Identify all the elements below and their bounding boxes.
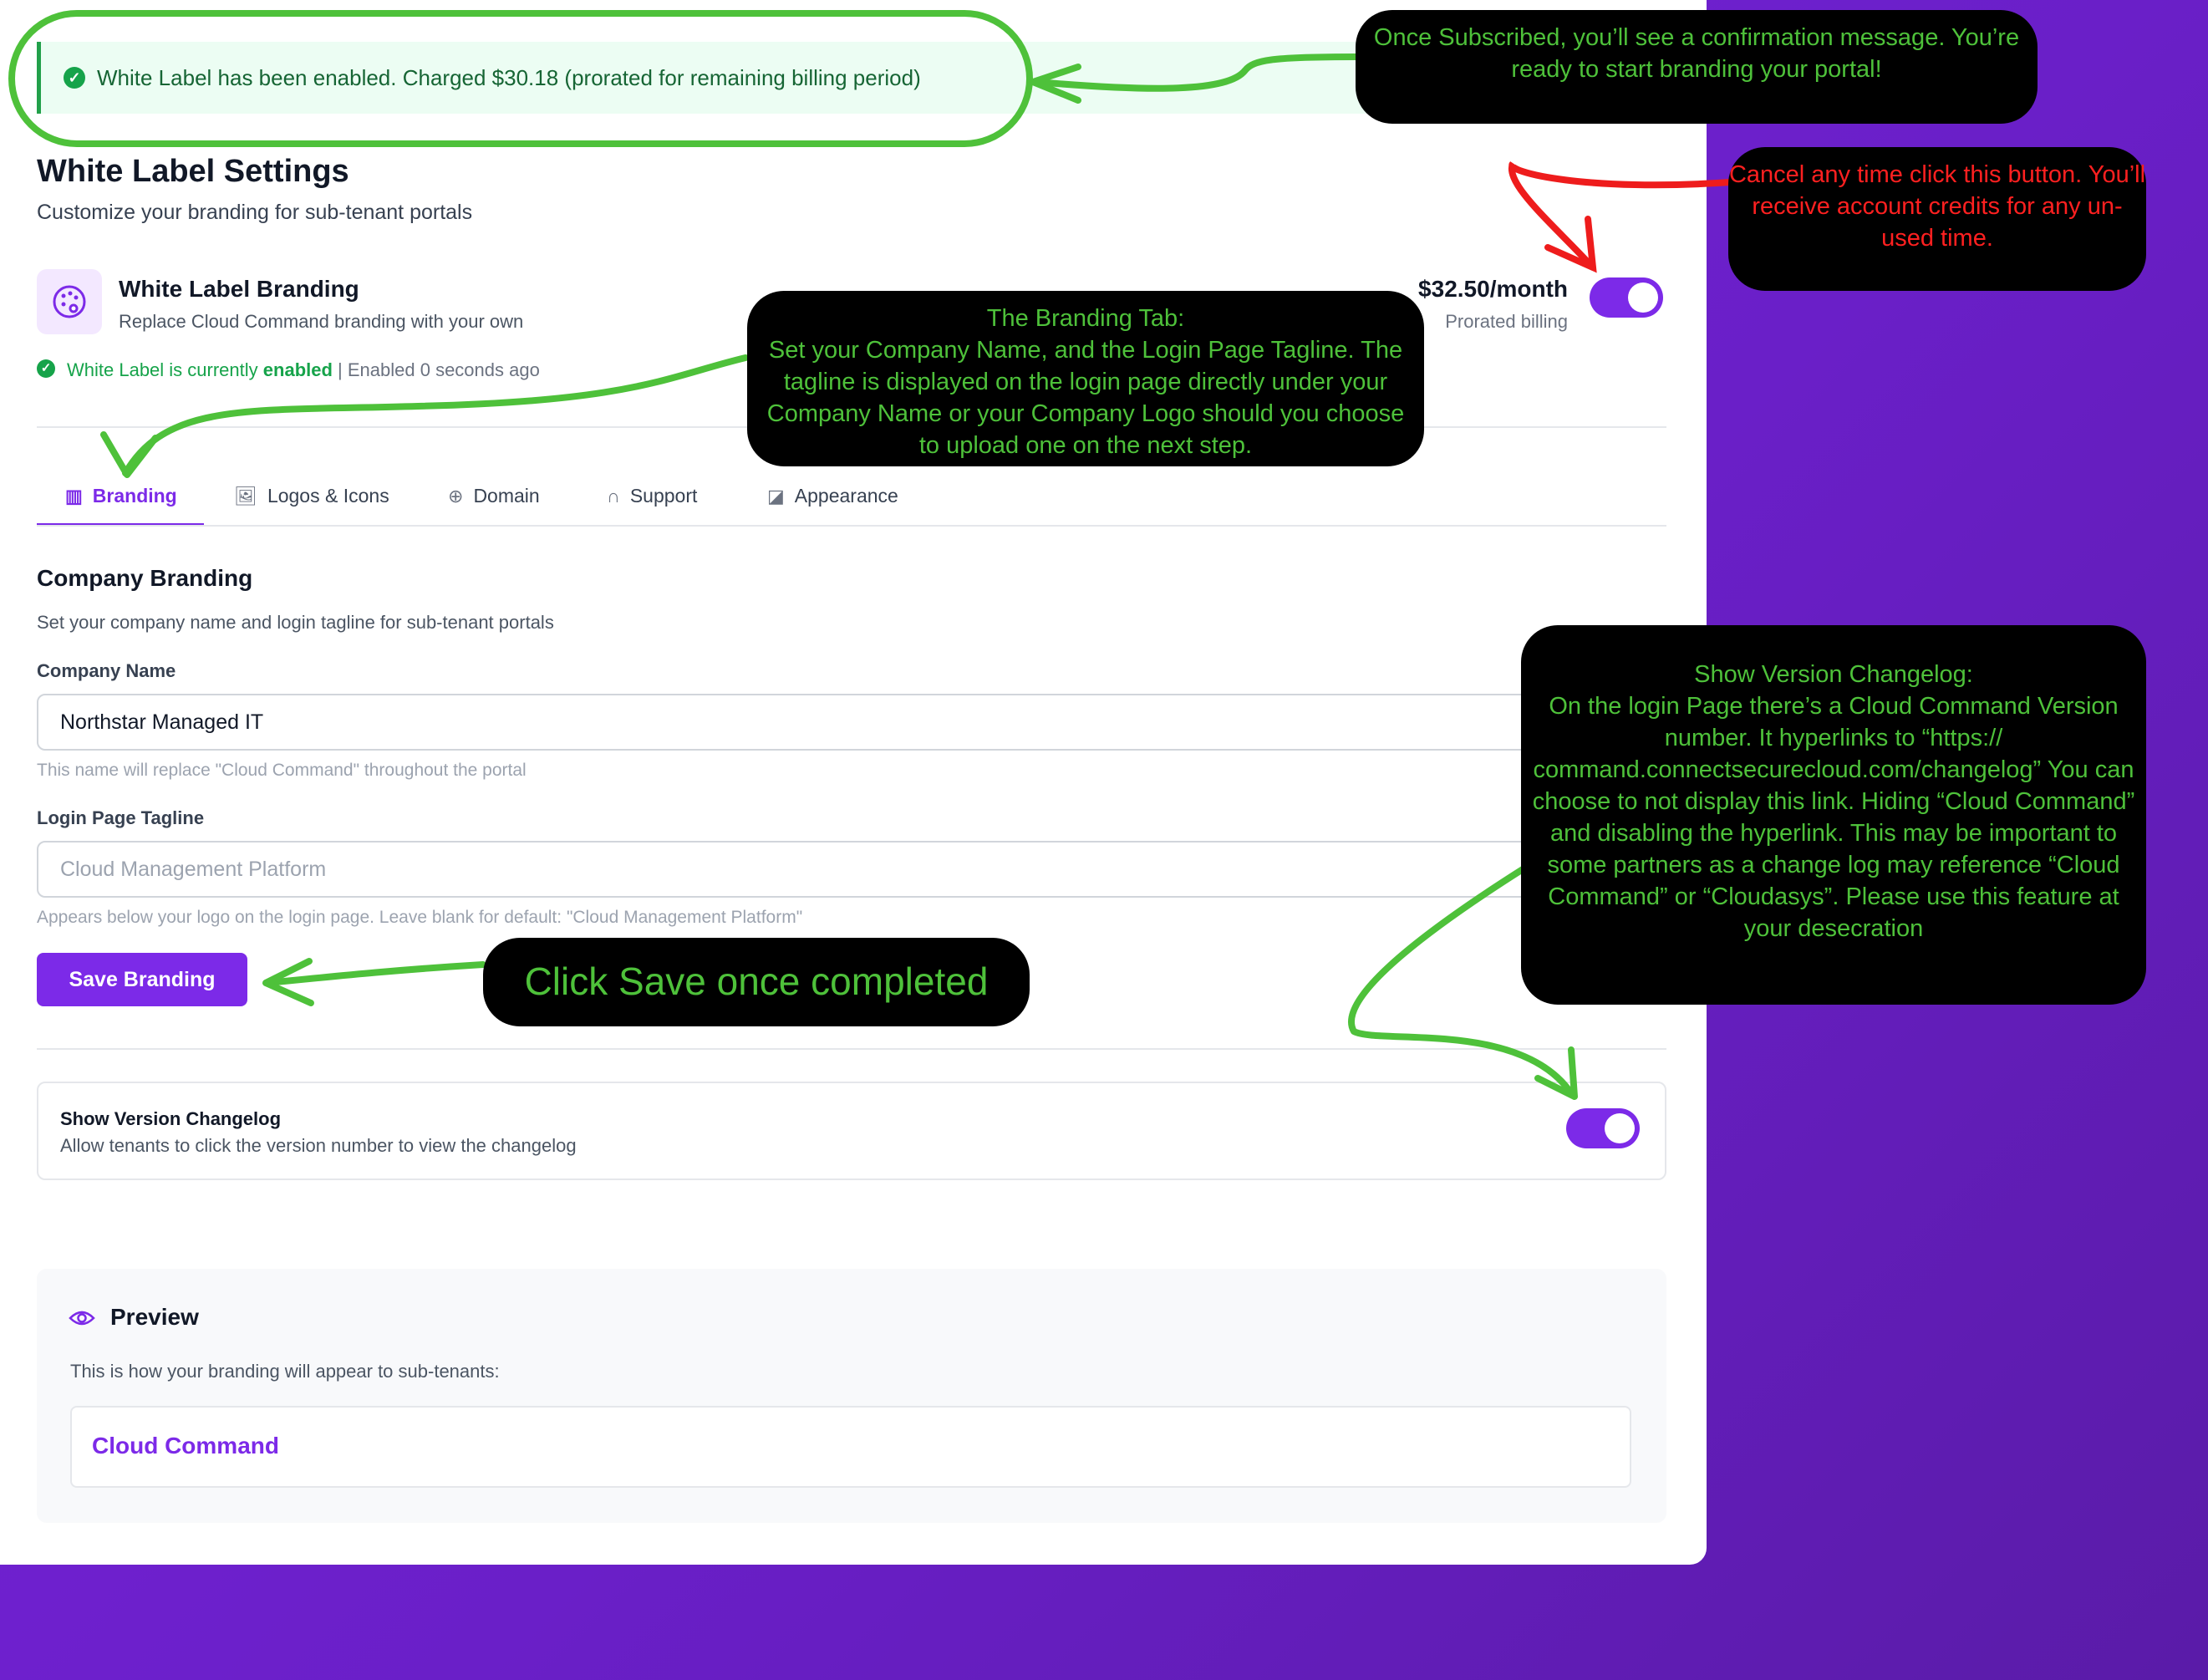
confirmation-arrow <box>1033 53 1359 92</box>
branding-tab-callout: The Branding Tab: Set your Company Name,… <box>747 291 1424 466</box>
confirmation-callout: Once Subscribed, you’ll see a confirmati… <box>1356 10 2038 124</box>
branding-arrow <box>122 354 749 476</box>
banner-highlight-outline <box>8 10 1033 147</box>
branding-arrowhead <box>100 431 159 478</box>
cancel-arrow <box>1508 161 1733 269</box>
cancel-callout: Cancel any time click this button. You’l… <box>1728 147 2146 291</box>
changelog-callout: Show Version Changelog: On the login Pag… <box>1521 625 2146 1005</box>
save-callout: Click Save once completed <box>483 938 1030 1026</box>
